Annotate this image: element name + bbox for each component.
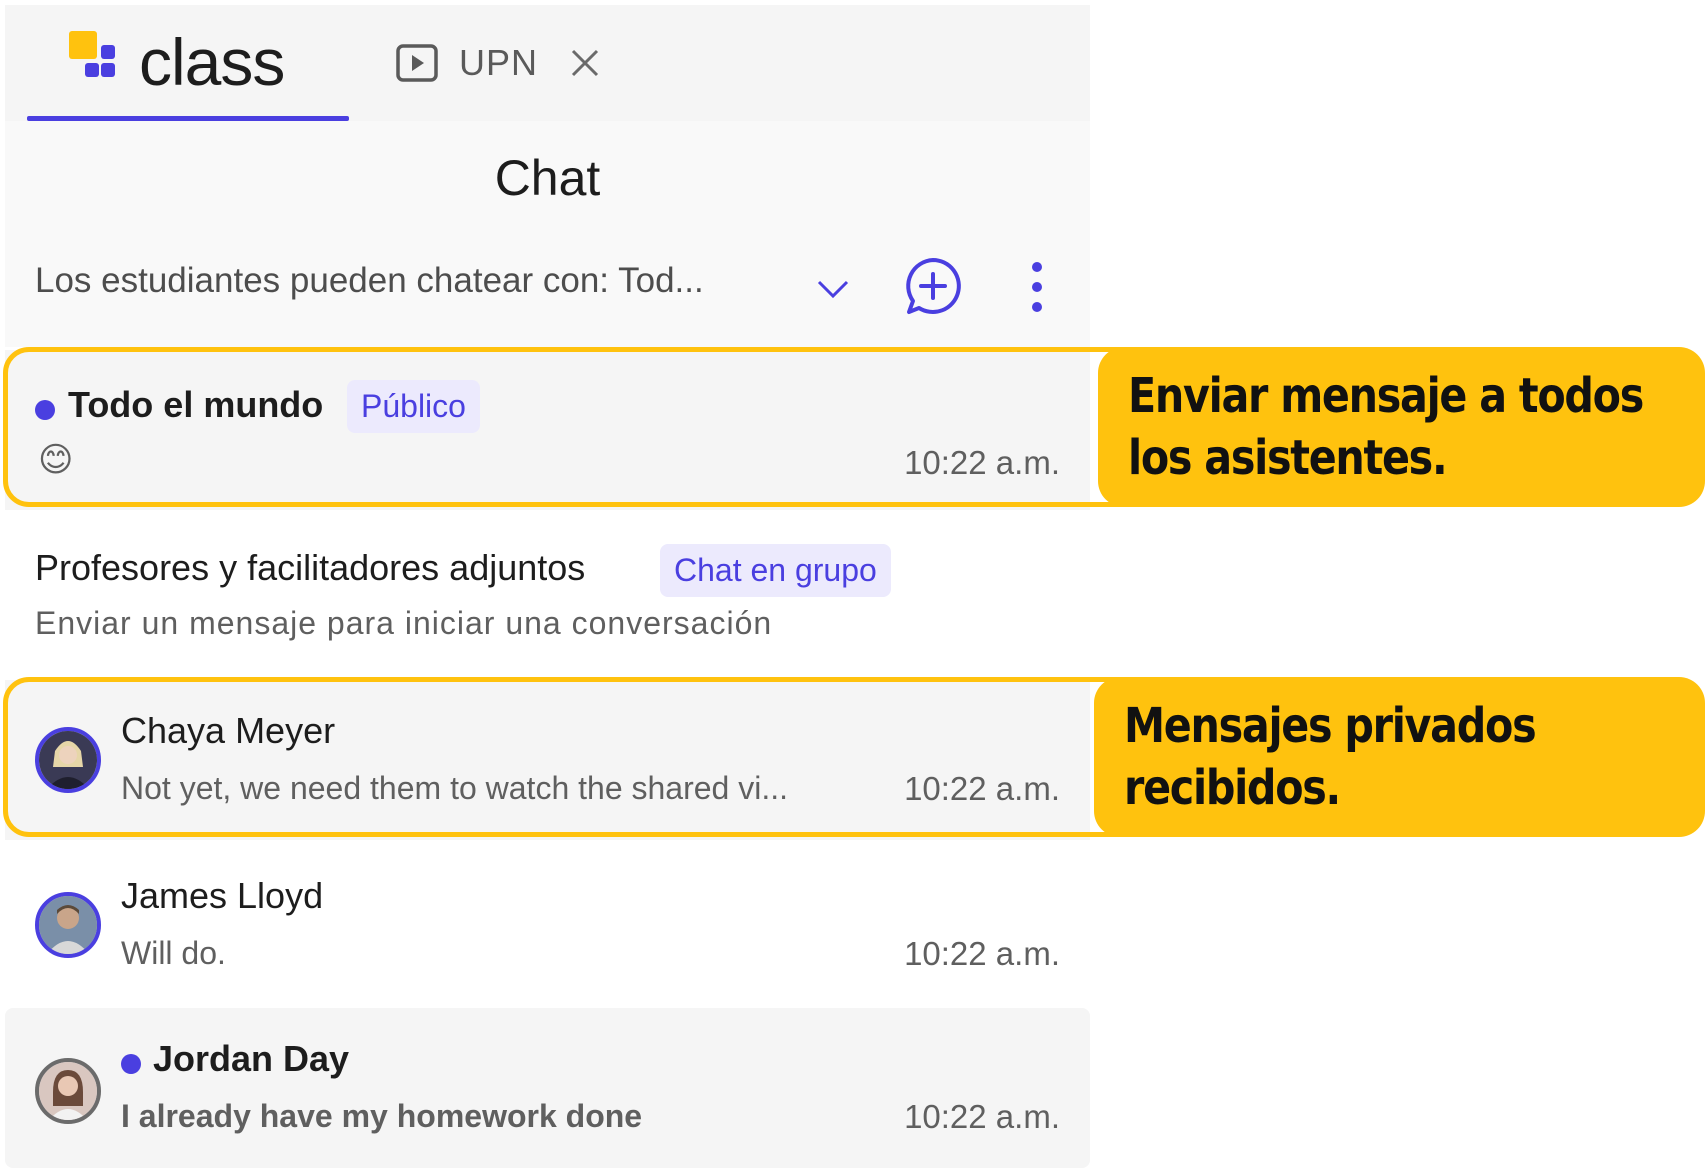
chat-last-message: I already have my homework done <box>121 1098 643 1134</box>
group-chat-badge: Chat en grupo <box>660 544 891 597</box>
avatar <box>35 892 101 958</box>
annotation-everyone: Enviar mensaje a todos los asistentes. <box>3 347 1705 507</box>
chat-panel: class UPN Chat Los estudiantes pueden ch… <box>0 0 1090 1170</box>
highlight-outline <box>3 677 1153 837</box>
chat-row-group[interactable]: Profesores y facilitadores adjuntos Chat… <box>5 515 1090 665</box>
callout-box: Enviar mensaje a todos los asistentes. <box>1098 347 1705 507</box>
page-title: Chat <box>494 150 601 206</box>
chat-subtitle: Enviar un mensaje para iniciar una conve… <box>35 605 773 641</box>
class-logo-icon <box>69 31 139 91</box>
chat-header: Chat Los estudiantes pueden chatear con:… <box>5 121 1090 347</box>
chat-permission-select[interactable]: Los estudiantes pueden chatear con: Tod.… <box>35 261 704 301</box>
chat-time: 10:22 a.m. <box>904 1098 1060 1135</box>
app-name: class <box>139 25 285 99</box>
tab-bar: class UPN <box>5 5 1090 121</box>
play-icon <box>395 43 439 83</box>
annotation-private: Mensajes privados recibidos. <box>3 677 1705 837</box>
close-icon[interactable] <box>570 48 600 78</box>
tab-class[interactable]: class <box>27 5 349 121</box>
avatar <box>35 1058 101 1124</box>
callout-box: Mensajes privados recibidos. <box>1094 677 1705 837</box>
callout-text: Enviar mensaje a todos los asistentes. <box>1128 368 1644 486</box>
chat-last-message: Will do. <box>121 935 226 971</box>
chat-name: James Lloyd <box>121 875 324 916</box>
tab-upn[interactable]: UPN <box>395 35 600 91</box>
highlight-outline <box>3 347 1153 507</box>
chat-name: Profesores y facilitadores adjuntos <box>35 547 586 588</box>
chat-row-james-lloyd[interactable]: James Lloyd Will do. 10:22 a.m. <box>5 845 1090 1005</box>
chat-row-jordan-day[interactable]: Jordan Day I already have my homework do… <box>5 1008 1090 1168</box>
chat-time: 10:22 a.m. <box>904 935 1060 972</box>
tab-upn-label: UPN <box>459 42 539 83</box>
chat-name: Jordan Day <box>153 1038 350 1079</box>
unread-dot <box>121 1054 141 1074</box>
more-vertical-icon[interactable] <box>1027 259 1047 315</box>
new-chat-icon[interactable] <box>901 254 965 318</box>
chevron-down-icon[interactable] <box>813 269 853 309</box>
callout-text: Mensajes privados recibidos. <box>1124 698 1537 816</box>
